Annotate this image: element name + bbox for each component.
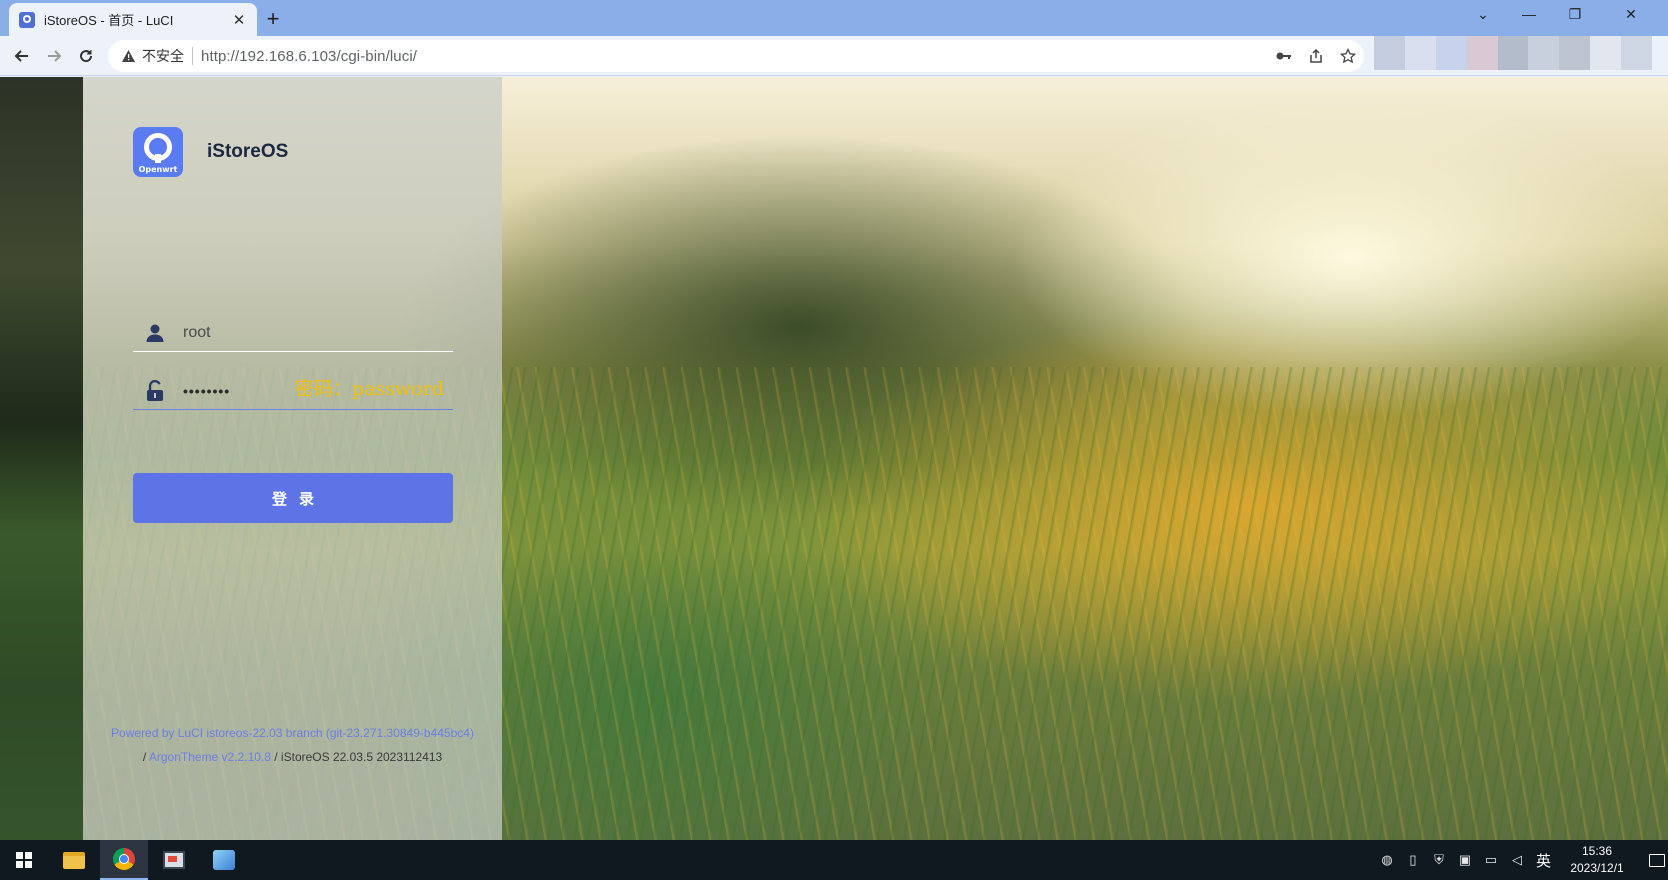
version-text: / iStoreOS 22.03.5 2023112413 bbox=[274, 750, 443, 764]
page-footer: Powered by LuCI istoreos-22.03 branch (g… bbox=[83, 721, 502, 769]
ime-indicator[interactable]: 英 bbox=[1536, 850, 1551, 871]
security-status-label[interactable]: 不安全 bbox=[142, 46, 184, 66]
login-panel: Openwrt iStoreOS root •••••••• 密码：passwo… bbox=[83, 77, 502, 840]
share-icon[interactable] bbox=[1300, 40, 1332, 72]
taskbar-app-4[interactable] bbox=[200, 840, 248, 880]
taskbar-chrome[interactable] bbox=[100, 840, 148, 880]
start-button[interactable] bbox=[0, 840, 48, 880]
reload-icon[interactable] bbox=[72, 42, 100, 70]
remote-desktop-icon bbox=[163, 851, 185, 869]
tab-close-icon[interactable]: ✕ bbox=[230, 11, 248, 29]
taskbar-file-explorer[interactable] bbox=[50, 840, 98, 880]
blurred-extensions-area bbox=[1374, 36, 1653, 70]
browser-toolbar: 不安全 http://192.168.6.103/cgi-bin/luci/ bbox=[0, 36, 1668, 76]
notification-icon[interactable] bbox=[1637, 840, 1668, 880]
forward-arrow-icon[interactable] bbox=[40, 42, 68, 70]
user-icon bbox=[143, 321, 167, 345]
network-globe-icon[interactable]: ◍ bbox=[1377, 850, 1397, 870]
bookmark-star-icon[interactable] bbox=[1332, 40, 1364, 72]
new-tab-button[interactable]: + bbox=[259, 5, 287, 33]
folder-icon bbox=[63, 851, 85, 869]
restore-button[interactable]: ❐ bbox=[1552, 0, 1598, 28]
password-annotation: 密码：password bbox=[295, 378, 444, 400]
network-status-icon[interactable]: ▭ bbox=[1481, 850, 1501, 870]
clock[interactable]: 15:36 2023/12/1 bbox=[1557, 843, 1637, 877]
network-tool-icon bbox=[213, 850, 235, 870]
password-value[interactable]: •••••••• bbox=[183, 383, 230, 399]
minimize-button[interactable]: — bbox=[1506, 0, 1552, 28]
system-tray: ◍ ▯ ⛨ ▣ ▭ ◁ 英 15:36 2023/12/1 bbox=[1374, 840, 1668, 880]
warning-triangle-icon[interactable] bbox=[120, 48, 136, 64]
theme-link[interactable]: ArgonTheme v2.2.10.8 bbox=[149, 750, 271, 764]
powered-by-link[interactable]: Powered by LuCI istoreos-22.03 branch (g… bbox=[111, 726, 474, 740]
footer-separator: / bbox=[142, 750, 147, 764]
volume-muted-icon[interactable]: ◁ bbox=[1507, 850, 1527, 870]
taskbar-app-3[interactable] bbox=[150, 840, 198, 880]
browser-tab-strip: iStoreOS - 首页 - LuCI ✕ + ⌄ — ❐ ✕ bbox=[0, 0, 1668, 36]
chrome-icon bbox=[113, 848, 135, 870]
key-icon[interactable] bbox=[1268, 40, 1300, 72]
username-value[interactable]: root bbox=[183, 324, 211, 342]
address-bar[interactable]: 不安全 http://192.168.6.103/cgi-bin/luci/ bbox=[108, 40, 1364, 72]
windows-taskbar: ◍ ▯ ⛨ ▣ ▭ ◁ 英 15:36 2023/12/1 bbox=[0, 840, 1668, 880]
brand-header: Openwrt iStoreOS bbox=[133, 127, 288, 177]
background-left-edge bbox=[0, 77, 83, 840]
tab-title: iStoreOS - 首页 - LuCI bbox=[44, 13, 174, 28]
close-window-button[interactable]: ✕ bbox=[1608, 0, 1654, 28]
brand-name: iStoreOS bbox=[207, 141, 289, 162]
back-arrow-icon[interactable] bbox=[8, 42, 36, 70]
username-field[interactable]: root bbox=[133, 314, 453, 352]
url-text[interactable]: http://192.168.6.103/cgi-bin/luci/ bbox=[201, 48, 417, 65]
tab-search-icon[interactable]: ⌄ bbox=[1460, 0, 1506, 28]
vm-icon[interactable]: ▣ bbox=[1455, 850, 1475, 870]
login-page-background: Openwrt iStoreOS root •••••••• 密码：passwo… bbox=[0, 77, 1668, 840]
unlock-icon bbox=[143, 379, 167, 403]
istoreos-favicon-icon bbox=[19, 11, 35, 28]
browser-tab[interactable]: iStoreOS - 首页 - LuCI ✕ bbox=[9, 3, 257, 36]
omnibox-divider bbox=[192, 47, 193, 65]
windows-logo-icon bbox=[16, 852, 32, 868]
logo-text: Openwrt bbox=[138, 165, 178, 174]
security-shield-icon[interactable]: ⛨ bbox=[1429, 850, 1449, 870]
clock-time: 15:36 bbox=[1582, 844, 1613, 858]
login-button[interactable]: 登录 bbox=[133, 473, 453, 523]
openwrt-logo-icon: Openwrt bbox=[133, 127, 183, 177]
usb-icon[interactable]: ▯ bbox=[1403, 850, 1423, 870]
clock-date: 2023/12/1 bbox=[1570, 861, 1624, 875]
